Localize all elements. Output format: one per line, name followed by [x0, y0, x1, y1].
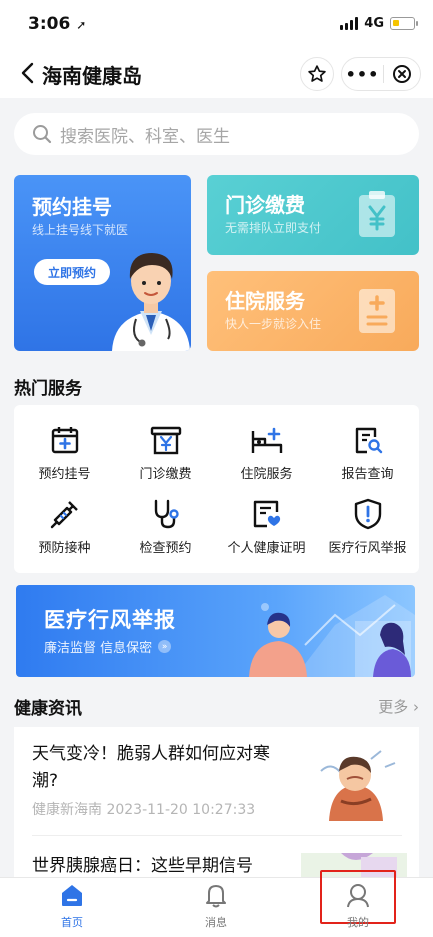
bottom-tab-bar: 首页 消息 我的: [0, 870, 433, 937]
service-label: 预防接种: [38, 541, 91, 556]
syringe-icon: [50, 501, 78, 529]
tab-messages[interactable]: 消息: [176, 882, 256, 930]
service-label: 门诊缴费: [139, 467, 192, 482]
inpatient-card[interactable]: 住院服务 快人一步就诊入住: [207, 271, 419, 351]
clipboard-yen-icon: [359, 191, 395, 237]
service-label: 个人健康证明: [227, 541, 306, 556]
news-list: 天气变冷！脆弱人群如何应对寒潮? 健康新海南 2023-11-20 10:27:…: [14, 727, 419, 877]
hospital-bed-icon: [251, 427, 282, 453]
service-misconduct-report[interactable]: 医疗行风举报: [317, 497, 418, 556]
more-news-label: 更多: [378, 698, 409, 716]
user-icon: [347, 884, 369, 908]
miniapp-capsule: •••: [341, 57, 421, 91]
service-inpatient[interactable]: 住院服务: [216, 423, 317, 482]
tab-label: 我的: [347, 916, 369, 929]
service-label: 住院服务: [240, 467, 293, 482]
service-label: 预约挂号: [38, 467, 91, 482]
more-menu-button[interactable]: •••: [342, 65, 383, 84]
tab-label: 消息: [205, 916, 227, 929]
calendar-plus-icon: [51, 427, 78, 454]
close-miniapp-button[interactable]: [384, 64, 420, 84]
status-indicators: 4G: [340, 16, 418, 31]
appointment-title: 预约挂号: [32, 195, 112, 219]
hot-services-title: 热门服务: [14, 379, 82, 399]
star-icon: [308, 65, 326, 82]
doctor-illustration: [112, 253, 190, 351]
book-now-button[interactable]: 立即预约: [34, 259, 110, 285]
misconduct-report-banner[interactable]: 医疗行风举报 廉洁监督 信息保密 »: [16, 585, 415, 677]
appointment-subtitle: 线上挂号线下就医: [32, 223, 129, 237]
bell-icon: [206, 885, 226, 908]
service-report-query[interactable]: 报告查询: [317, 423, 418, 482]
report-banner-illustration: [249, 595, 415, 677]
service-label: 医疗行风举报: [328, 541, 407, 556]
status-time: 3:06 ➚: [28, 14, 87, 34]
news-thumbnail: [301, 741, 407, 821]
report-search-icon: [355, 427, 382, 454]
service-vaccination[interactable]: 预防接种: [14, 497, 115, 556]
tab-home[interactable]: 首页: [32, 882, 112, 930]
health-news-title: 健康资讯: [14, 699, 82, 719]
search-input[interactable]: 搜索医院、科室、医生: [14, 113, 419, 155]
service-clinic-payment[interactable]: 门诊缴费: [115, 423, 216, 482]
favorite-button[interactable]: [300, 57, 334, 91]
service-health-certificate[interactable]: 个人健康证明: [216, 497, 317, 556]
chevron-left-icon: [21, 62, 34, 84]
nav-bar: 海南健康岛 •••: [0, 48, 433, 98]
hot-services-panel: 预约挂号 门诊缴费 住院服务 报告查询 预防接种 检查预约 个人健康证明 医疗行…: [14, 405, 419, 573]
inpatient-subtitle: 快人一步就诊入住: [225, 317, 322, 331]
status-bar: 3:06 ➚ 4G: [0, 0, 433, 48]
clinic-payment-title: 门诊缴费: [225, 193, 305, 217]
arrow-right-icon: »: [158, 640, 172, 653]
search-placeholder: 搜索医院、科室、医生: [60, 126, 230, 147]
clinic-payment-subtitle: 无需排队立即支付: [225, 221, 322, 235]
service-label: 报告查询: [341, 467, 394, 482]
appointment-card[interactable]: 预约挂号 线上挂号线下就医 立即预约: [14, 175, 191, 351]
network-type: 4G: [364, 16, 384, 31]
banner-title: 医疗行风举报: [44, 608, 176, 632]
banner-subtitle: 廉洁监督 信息保密 »: [44, 637, 172, 656]
medical-document-icon: [359, 289, 395, 333]
news-divider: [32, 835, 402, 836]
yen-receipt-icon: [150, 426, 181, 455]
battery-icon: [390, 17, 418, 30]
health-certificate-icon: [253, 500, 280, 528]
tab-mine[interactable]: 我的: [320, 870, 396, 929]
signal-icon: [340, 17, 359, 30]
service-appointment[interactable]: 预约挂号: [14, 423, 115, 482]
back-button[interactable]: [14, 58, 40, 88]
more-news-link[interactable]: 更多 ›: [378, 696, 419, 717]
home-icon: [62, 885, 82, 906]
search-icon: [33, 125, 52, 144]
page-title: 海南健康岛: [42, 64, 142, 88]
service-label: 检查预约: [139, 541, 192, 556]
shield-alert-icon: [354, 498, 381, 530]
tab-label: 首页: [61, 916, 83, 929]
news-title: 天气变冷！脆弱人群如何应对寒潮?: [32, 744, 270, 791]
inpatient-title: 住院服务: [225, 289, 305, 313]
close-circle-icon: [392, 65, 411, 83]
news-item[interactable]: 天气变冷！脆弱人群如何应对寒潮? 健康新海南 2023-11-20 10:27:…: [32, 741, 407, 821]
news-title: 世界胰腺癌日：这些早期信号: [32, 856, 253, 876]
service-exam-booking[interactable]: 检查预约: [115, 497, 216, 556]
banner-subtitle-text: 廉洁监督 信息保密: [44, 641, 153, 656]
clinic-payment-card[interactable]: 门诊缴费 无需排队立即支付: [207, 175, 419, 255]
stethoscope-icon: [154, 499, 179, 529]
chevron-right-icon: ›: [413, 698, 419, 716]
